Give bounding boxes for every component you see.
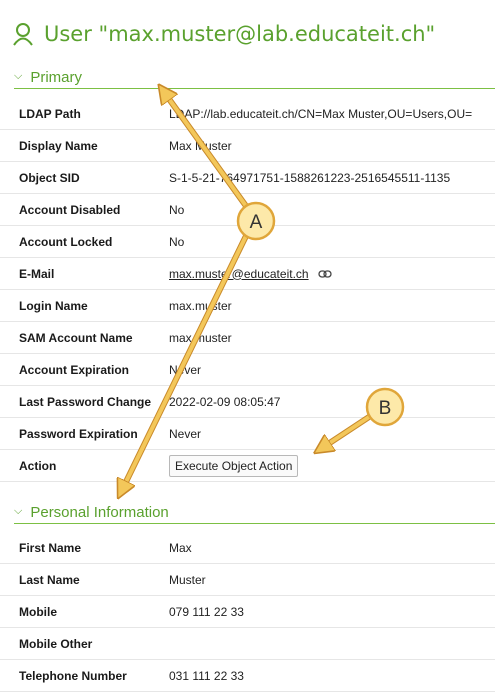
row-telephone-number: Telephone Number 031 111 22 33 (0, 660, 495, 692)
row-value: 2022-02-09 08:05:47 (169, 394, 281, 409)
page-title: User "max.muster@lab.educateit.ch" (44, 22, 436, 46)
row-label: E-Mail (19, 266, 55, 281)
section-primary-header[interactable]: ⌵ Primary (14, 66, 495, 89)
page-header: User "max.muster@lab.educateit.ch" (12, 18, 435, 50)
row-label: Last Password Change (19, 394, 152, 409)
primary-rows: LDAP Path LDAP://lab.educateit.ch/CN=Max… (0, 98, 495, 482)
row-label: Mobile (19, 604, 57, 619)
row-object-sid: Object SID S-1-5-21-764971751-1588261223… (0, 162, 495, 194)
email-link[interactable]: max.muster@educateit.ch (169, 267, 309, 281)
section-title: Personal Information (30, 503, 169, 521)
chevron-down-icon: ⌵ (14, 69, 23, 82)
row-last-password-change: Last Password Change 2022-02-09 08:05:47 (0, 386, 495, 418)
row-label: Login Name (19, 298, 88, 313)
row-value: No (169, 202, 185, 217)
row-value: S-1-5-21-764971751-1588261223-2516545511… (169, 170, 451, 185)
row-value: Never (169, 362, 202, 377)
row-label: First Name (19, 540, 82, 555)
execute-object-action-button[interactable]: Execute Object Action (169, 455, 299, 477)
row-label: Password Expiration (19, 426, 138, 441)
row-label: Account Expiration (19, 362, 130, 377)
row-password-expiration: Password Expiration Never (0, 418, 495, 450)
row-mobile: Mobile 079 111 22 33 (0, 596, 495, 628)
row-label: Account Disabled (19, 202, 121, 217)
row-account-expiration: Account Expiration Never (0, 354, 495, 386)
row-account-disabled: Account Disabled No (0, 194, 495, 226)
row-value: Never (169, 426, 202, 441)
row-label: Account Locked (19, 234, 113, 249)
row-account-locked: Account Locked No (0, 226, 495, 258)
user-icon (13, 23, 33, 46)
row-label: Last Name (19, 572, 80, 587)
row-value: LDAP://lab.educateit.ch/CN=Max Muster,OU… (169, 106, 473, 121)
row-first-name: First Name Max (0, 532, 495, 564)
row-login-name: Login Name max.muster (0, 290, 495, 322)
row-ldap-path: LDAP Path LDAP://lab.educateit.ch/CN=Max… (0, 98, 495, 130)
link-icon[interactable] (318, 269, 332, 279)
row-value: Max (169, 540, 192, 555)
row-label: Object SID (19, 170, 80, 185)
row-mobile-other: Mobile Other (0, 628, 495, 660)
section-title: Primary (30, 68, 83, 86)
row-label: Telephone Number (19, 668, 127, 683)
chevron-down-icon: ⌵ (14, 504, 23, 517)
row-value: Max Muster (169, 138, 232, 153)
row-display-name: Display Name Max Muster (0, 130, 495, 162)
section-personal-header[interactable]: ⌵ Personal Information (14, 501, 495, 524)
row-last-name: Last Name Muster (0, 564, 495, 596)
row-value: Muster (169, 572, 206, 587)
row-email: E-Mail max.muster@educateit.ch (0, 258, 495, 290)
row-label: Action (19, 458, 57, 473)
row-sam-account-name: SAM Account Name max.muster (0, 322, 495, 354)
personal-rows: First Name Max Last Name Muster Mobile 0… (0, 532, 495, 692)
row-label: SAM Account Name (19, 330, 133, 345)
email-value: max.muster@educateit.ch (169, 267, 332, 281)
row-action: Action Execute Object Action (0, 450, 495, 482)
row-value: max.muster (169, 330, 232, 345)
row-value: 079 111 22 33 (169, 604, 244, 619)
row-label: Display Name (19, 138, 98, 153)
row-label: LDAP Path (19, 106, 81, 121)
row-label: Mobile Other (19, 636, 93, 651)
row-value: 031 111 22 33 (169, 668, 244, 683)
row-value: No (169, 234, 185, 249)
row-value: max.muster (169, 298, 232, 313)
